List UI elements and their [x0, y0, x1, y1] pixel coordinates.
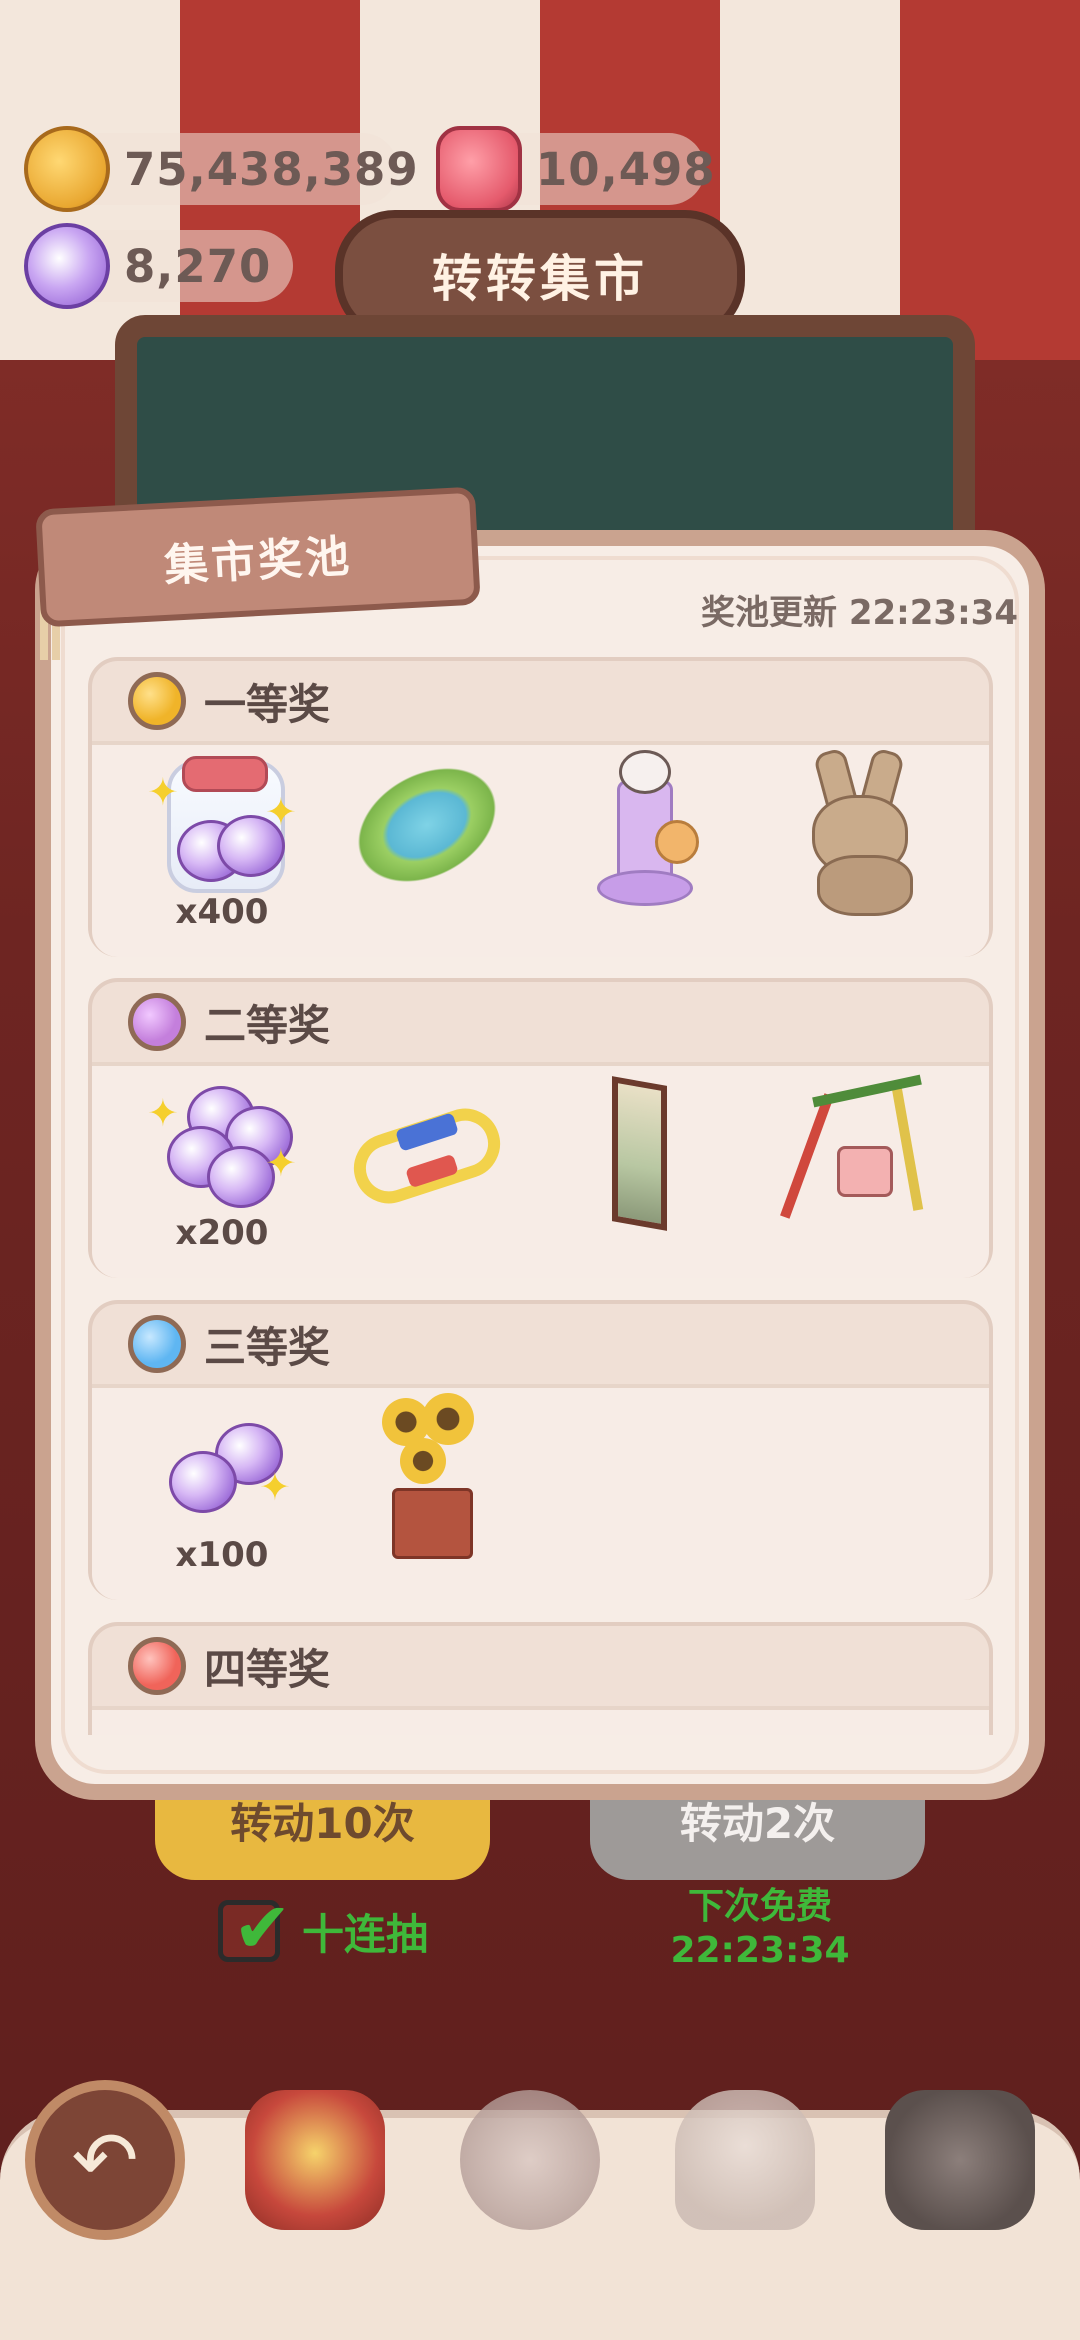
- tier-1-medal-icon: [128, 672, 186, 730]
- pond-icon: [328, 760, 526, 890]
- next-free-time: 22:23:34: [670, 1930, 850, 1971]
- gem-amount: 10,498: [536, 142, 716, 196]
- gem-icon: [436, 126, 522, 212]
- screen-title: 转转集市: [432, 250, 648, 308]
- prize-item[interactable]: ✦ ✦ x400: [137, 756, 307, 932]
- prize-tier-2: 二等奖 ✦ ✦ x200: [88, 978, 993, 1278]
- tier-3-title: 三等奖: [204, 1322, 331, 1372]
- back-arrow-icon: ↶: [71, 2113, 139, 2207]
- prize-item[interactable]: [772, 747, 942, 916]
- prize-tier-4: 四等奖: [88, 1622, 993, 1735]
- tier-4-title: 四等奖: [204, 1644, 331, 1694]
- coin-amount: 75,438,389: [124, 142, 419, 196]
- prize-item[interactable]: [328, 760, 526, 890]
- prize-tier-1: 一等奖 ✦ ✦ x400: [88, 657, 993, 957]
- prize-qty: x200: [175, 1213, 269, 1253]
- coin-icon: [24, 126, 110, 212]
- crystal-amount: 8,270: [124, 239, 272, 293]
- prize-item[interactable]: [342, 1086, 512, 1216]
- prize-item[interactable]: [772, 1071, 942, 1231]
- prize-item[interactable]: [342, 1393, 512, 1563]
- toy-train-icon: [344, 1086, 510, 1216]
- next-free-info: 下次免费 22:23:34: [620, 1885, 900, 1973]
- ten-draw-toggle[interactable]: ✔ 十连抽: [218, 1887, 429, 1969]
- crystal-icon: [24, 223, 110, 309]
- prize-pool-tag: 集市奖池: [35, 486, 481, 628]
- tier-4-medal-icon: [128, 1637, 186, 1695]
- crystal-pair-icon: ✦: [147, 1403, 297, 1533]
- bunny-nav-icon[interactable]: [460, 2090, 600, 2230]
- wall-scroll-icon: [567, 1071, 717, 1231]
- prize-tier-3: 三等奖 ✦ x100: [88, 1300, 993, 1600]
- tier-3-medal-icon: [128, 1315, 186, 1373]
- back-button[interactable]: ↶: [25, 2080, 185, 2240]
- prize-qty: x100: [175, 1535, 269, 1575]
- prize-item[interactable]: [557, 750, 727, 910]
- prize-item[interactable]: [557, 1071, 727, 1231]
- prize-pool-title: 集市奖池: [163, 531, 354, 592]
- tier-1-title: 一等奖: [204, 679, 331, 729]
- pool-refresh-timer: 奖池更新 22:23:34: [701, 593, 1018, 633]
- check-icon: ✔: [233, 1887, 292, 1969]
- prize-item[interactable]: ✦ x100: [137, 1403, 307, 1575]
- carousel-nav-icon[interactable]: [245, 2090, 385, 2230]
- swing-icon: [780, 1071, 932, 1231]
- crystal-jar-icon: ✦ ✦: [147, 756, 297, 893]
- ten-draw-checkbox[interactable]: ✔: [218, 1887, 292, 1969]
- coin-counter: 75,438,389: [24, 126, 418, 212]
- bunny-plush-icon: [782, 747, 932, 916]
- awning-stripe: [720, 0, 900, 360]
- sofa-nav-icon[interactable]: [885, 2090, 1035, 2230]
- prize-tier-list[interactable]: 一等奖 ✦ ✦ x400 二等奖 ✦ ✦ x200 三等奖 ✦ x100 四等奖: [88, 655, 993, 1735]
- crystal-counter: 8,270: [24, 223, 293, 309]
- tier-2-medal-icon: [128, 993, 186, 1051]
- crystal-pile-icon: ✦ ✦: [147, 1081, 297, 1211]
- cat-tower-icon: [567, 750, 717, 910]
- awning-stripe: [900, 0, 1080, 360]
- tier-2-title: 二等奖: [204, 1000, 331, 1050]
- house-nav-icon[interactable]: [675, 2090, 815, 2230]
- gem-counter: 10,498: [436, 126, 715, 212]
- prize-item[interactable]: ✦ ✦ x200: [137, 1081, 307, 1253]
- prize-qty: x400: [175, 892, 269, 932]
- sunflower-pot-icon: [352, 1393, 502, 1563]
- next-free-label: 下次免费: [687, 1886, 832, 1927]
- ten-draw-label: 十连抽: [302, 1909, 429, 1959]
